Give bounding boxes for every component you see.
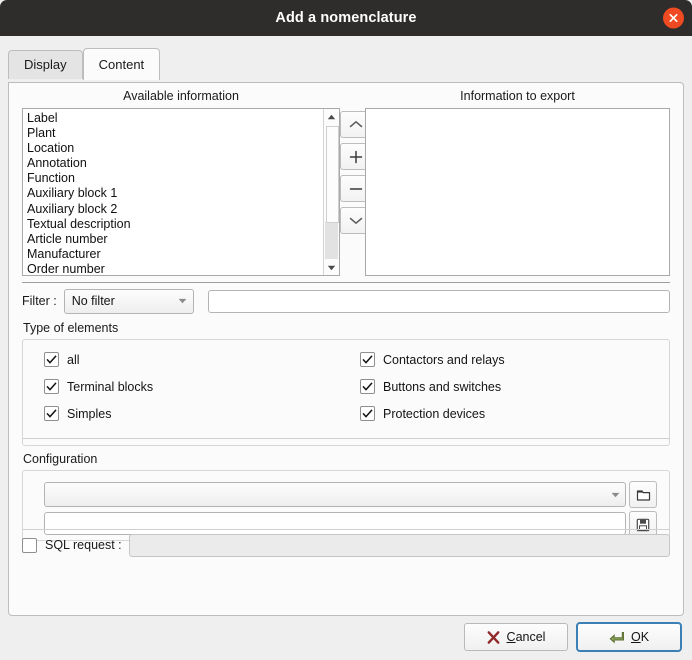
sql-request-row: SQL request : <box>22 533 670 557</box>
tab-page-content: Available information Label Plant Locati… <box>8 82 684 616</box>
chevron-down-icon <box>605 492 625 498</box>
scrollbar-thumb[interactable] <box>326 126 339 223</box>
scroll-down-button[interactable] <box>324 260 339 275</box>
window-title: Add a nomenclature <box>275 10 417 26</box>
filter-label: Filter : <box>22 294 57 308</box>
available-information-caption: Available information <box>123 89 239 103</box>
minus-icon <box>349 187 363 190</box>
sql-request-input[interactable] <box>128 533 670 557</box>
sql-request-label: SQL request : <box>45 538 122 552</box>
configuration-frame <box>22 470 670 541</box>
check-icon <box>46 355 57 364</box>
checkbox-label-all: all <box>67 352 80 367</box>
scrollbar-track[interactable] <box>325 222 338 259</box>
checkbox-simples[interactable] <box>44 406 59 421</box>
checkbox-row-terminal-blocks[interactable]: Terminal blocks <box>44 379 153 394</box>
available-list-scrollbar[interactable] <box>323 109 339 275</box>
checkbox-terminal-blocks[interactable] <box>44 379 59 394</box>
list-item[interactable]: Manufacturer <box>26 247 324 262</box>
tab-display[interactable]: Display <box>8 50 83 79</box>
configuration-title: Configuration <box>23 452 98 466</box>
separator-types <box>22 438 670 439</box>
chevron-down-icon <box>173 298 193 304</box>
ok-button-label: OK <box>630 630 650 644</box>
scroll-up-icon <box>327 114 336 119</box>
tabstrip: Display Content <box>8 48 161 80</box>
tab-content[interactable]: Content <box>82 48 161 80</box>
list-item[interactable]: Order number <box>26 262 324 275</box>
filter-text-input[interactable] <box>207 289 670 313</box>
list-item[interactable]: Textual description <box>26 217 324 232</box>
checkbox-label-buttons-and-switches: Buttons and switches <box>383 379 502 394</box>
filter-selected-value: No filter <box>71 294 115 308</box>
configuration-group: Configuration <box>22 452 670 541</box>
check-icon <box>362 382 373 391</box>
checkbox-label-contactors-and-relays: Contactors and relays <box>383 352 505 367</box>
filter-select[interactable]: No filter <box>63 288 194 314</box>
separator-configuration <box>22 529 670 530</box>
check-icon <box>362 409 373 418</box>
available-information-items: Label Plant Location Annotation Function… <box>23 109 324 275</box>
check-icon <box>362 355 373 364</box>
checkbox-row-protection-devices[interactable]: Protection devices <box>360 406 485 421</box>
list-item[interactable]: Label <box>26 111 324 126</box>
list-item[interactable]: Plant <box>26 126 324 141</box>
list-item[interactable]: Annotation <box>26 156 324 171</box>
red-x-icon <box>487 630 499 644</box>
chevron-up-icon <box>349 121 363 128</box>
checkbox-row-all[interactable]: all <box>44 352 80 367</box>
checkbox-buttons-and-switches[interactable] <box>360 379 375 394</box>
list-item[interactable]: Function <box>26 171 324 186</box>
checkbox-label-protection-devices: Protection devices <box>383 406 486 421</box>
available-information-panel: Available information Label Plant Locati… <box>22 83 340 276</box>
checkbox-label-simples: Simples <box>67 406 112 421</box>
separator-lists <box>22 282 670 283</box>
checkbox-row-buttons-and-switches[interactable]: Buttons and switches <box>360 379 501 394</box>
close-icon <box>669 13 678 23</box>
checkbox-row-contactors-and-relays[interactable]: Contactors and relays <box>360 352 505 367</box>
window-titlebar: Add a nomenclature <box>0 0 692 36</box>
checkbox-contactors-and-relays[interactable] <box>360 352 375 367</box>
dialog-footer: Cancel OK <box>464 622 682 652</box>
open-configuration-button[interactable] <box>629 481 657 508</box>
chevron-down-icon <box>349 217 363 224</box>
checkbox-sql-request[interactable] <box>22 537 37 553</box>
dual-list-region: Available information Label Plant Locati… <box>9 83 683 281</box>
checkbox-protection-devices[interactable] <box>360 406 375 421</box>
type-of-elements-title: Type of elements <box>23 321 119 335</box>
list-item[interactable]: Article number <box>26 232 324 247</box>
check-icon <box>46 382 57 391</box>
folder-icon <box>636 489 650 501</box>
scroll-up-button[interactable] <box>324 109 339 124</box>
list-item[interactable]: Auxiliary block 2 <box>26 202 324 217</box>
scroll-down-icon <box>327 265 336 270</box>
dialog-body: Display Content Available information La… <box>0 36 692 660</box>
close-window-button[interactable] <box>663 7 684 29</box>
information-to-export-panel: Information to export <box>365 83 670 276</box>
cancel-button[interactable]: Cancel <box>464 623 568 651</box>
available-information-listbox[interactable]: Label Plant Location Annotation Function… <box>22 108 340 276</box>
filter-row: Filter : No filter <box>22 286 670 316</box>
checkbox-row-simples[interactable]: Simples <box>44 406 111 421</box>
green-enter-arrow-icon <box>609 631 624 643</box>
checkbox-all[interactable] <box>44 352 59 367</box>
information-to-export-items <box>366 109 669 275</box>
configuration-select[interactable] <box>44 482 626 507</box>
ok-button[interactable]: OK <box>576 622 682 652</box>
cancel-button-label: Cancel <box>506 630 546 644</box>
configuration-name-input[interactable] <box>44 512 626 535</box>
list-item[interactable]: Auxiliary block 1 <box>26 186 324 201</box>
checkbox-label-terminal-blocks: Terminal blocks <box>67 379 154 394</box>
type-of-elements-frame: all Terminal blocks Simples Contactors a… <box>22 339 670 446</box>
plus-icon <box>349 150 363 163</box>
list-item[interactable]: Location <box>26 141 324 156</box>
information-to-export-caption: Information to export <box>460 89 575 103</box>
type-of-elements-group: Type of elements all Terminal blocks Sim… <box>22 321 670 446</box>
information-to-export-listbox[interactable] <box>365 108 670 276</box>
check-icon <box>46 409 57 418</box>
